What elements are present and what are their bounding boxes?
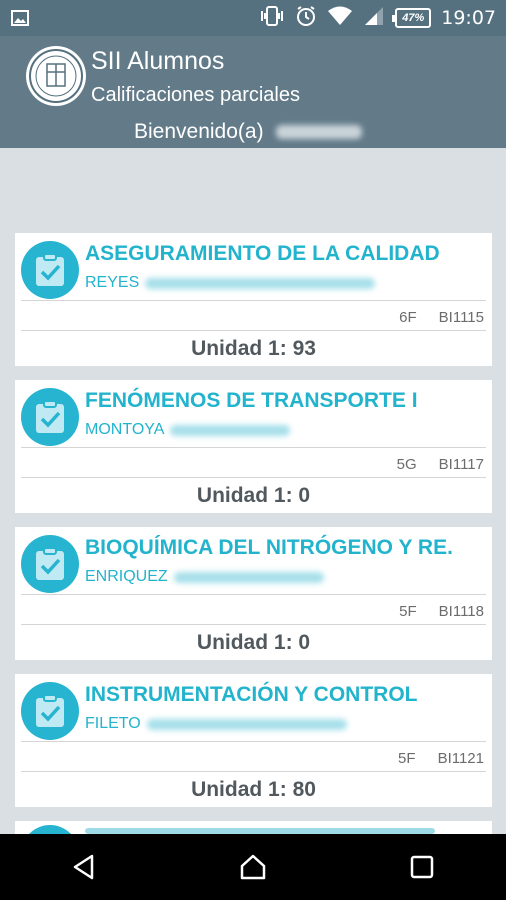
divider <box>21 330 486 331</box>
course-code: BI1117 <box>438 456 484 473</box>
home-icon <box>240 854 266 880</box>
course-code: BI1118 <box>438 603 484 620</box>
course-meta: 5F BI1118 <box>399 603 484 620</box>
course-card[interactable]: BIOQUÍMICA DEL NITRÓGENO Y RE. ENRIQUEZ … <box>15 527 492 660</box>
unit-grade: Unidad 1: 80 <box>191 778 316 801</box>
spacer <box>0 148 506 234</box>
unit-grade: Unidad 1: 93 <box>191 337 316 360</box>
battery-icon: 47% <box>392 8 432 28</box>
redacted-teacher-name <box>173 571 324 583</box>
recents-button[interactable] <box>392 837 452 897</box>
alarm-icon <box>295 5 317 32</box>
status-bar: 47% 19:07 <box>0 0 506 36</box>
redacted-teacher-name <box>146 718 347 730</box>
course-title: INSTRUMENTACIÓN Y CONTROL <box>85 683 418 706</box>
clipboard-check-icon <box>21 682 79 740</box>
teacher-surname: ENRIQUEZ <box>85 568 168 585</box>
course-meta: 5G BI1117 <box>397 456 484 473</box>
vibrate-icon <box>259 5 285 32</box>
university-logo <box>26 46 86 106</box>
wifi-icon <box>327 6 353 31</box>
course-group: 5F <box>399 603 417 620</box>
course-card-partial[interactable] <box>15 821 492 835</box>
course-group: 5G <box>396 456 417 473</box>
course-code: BI1121 <box>437 750 484 767</box>
clipboard-check-icon <box>21 388 79 446</box>
course-card[interactable]: ASEGURAMIENTO DE LA CALIDAD REYES 6F BI1… <box>15 233 492 366</box>
recents-square-icon <box>410 855 433 879</box>
image-icon <box>10 8 30 28</box>
course-title: ASEGURAMIENTO DE LA CALIDAD <box>85 242 440 265</box>
redacted-username <box>275 125 362 139</box>
signal-icon <box>363 6 385 31</box>
redacted-teacher-name <box>170 424 291 436</box>
divider <box>21 477 486 478</box>
course-title: BIOQUÍMICA DEL NITRÓGENO Y RE. <box>85 536 453 559</box>
welcome-label: Bienvenido(a) <box>134 120 264 143</box>
course-code: BI1115 <box>438 309 484 326</box>
course-card[interactable]: FENÓMENOS DE TRANSPORTE I MONTOYA 5G BI1… <box>15 380 492 513</box>
teacher-name: REYES <box>85 274 376 292</box>
teacher-name: ENRIQUEZ <box>85 568 324 586</box>
divider <box>21 624 486 625</box>
divider <box>21 594 486 595</box>
home-button[interactable] <box>223 837 283 897</box>
course-card[interactable]: INSTRUMENTACIÓN Y CONTROL FILETO 5F BI11… <box>15 674 492 807</box>
teacher-surname: REYES <box>85 274 140 291</box>
redacted-teacher-name <box>145 277 376 289</box>
welcome-message: Bienvenido(a) <box>134 120 362 144</box>
divider <box>21 771 486 772</box>
course-group: 5F <box>398 750 416 767</box>
teacher-surname: MONTOYA <box>85 421 165 438</box>
divider <box>21 741 486 742</box>
back-button[interactable] <box>54 837 114 897</box>
navigation-bar <box>0 834 506 900</box>
course-meta: 6F BI1115 <box>399 309 484 326</box>
divider <box>21 300 486 301</box>
back-triangle-icon <box>74 854 94 880</box>
unit-grade: Unidad 1: 0 <box>196 631 311 654</box>
app-subtitle: Calificaciones parciales <box>91 84 300 106</box>
course-meta: 5F BI1121 <box>398 750 484 767</box>
divider <box>21 447 486 448</box>
teacher-name: MONTOYA <box>85 421 291 439</box>
unit-grade: Unidad 1: 0 <box>196 484 311 507</box>
clipboard-check-icon <box>21 535 79 593</box>
course-title: FENÓMENOS DE TRANSPORTE I <box>85 389 418 412</box>
app-title: SII Alumnos <box>91 47 225 75</box>
teacher-name: FILETO <box>85 715 347 733</box>
clipboard-check-icon <box>21 241 79 299</box>
teacher-surname: FILETO <box>85 715 141 732</box>
clock: 19:07 <box>441 7 496 29</box>
course-group: 6F <box>399 309 417 326</box>
